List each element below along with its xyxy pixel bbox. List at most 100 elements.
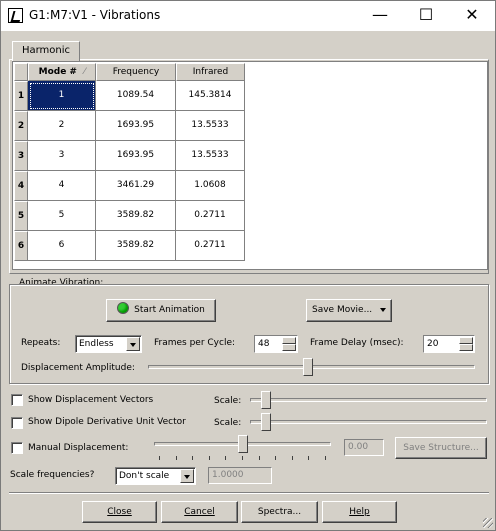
cell-infrared[interactable]: 13.5533 <box>176 141 245 171</box>
show-vectors-checkbox[interactable] <box>11 394 23 406</box>
repeats-value: Endless <box>79 339 114 349</box>
displacement-amplitude-label: Displacement Amplitude: <box>21 363 135 373</box>
frames-per-cycle-label: Frames per Cycle: <box>154 338 236 348</box>
frames-per-cycle-spinner[interactable]: 48 <box>254 335 298 353</box>
column-header-frequency[interactable]: Frequency <box>96 63 176 81</box>
save-movie-label: Save Movie... <box>312 305 373 315</box>
close-button[interactable]: Close <box>82 501 157 523</box>
sort-icon: ⁄ <box>83 67 86 77</box>
scale-frequencies-select[interactable]: Don't scale <box>115 467 196 485</box>
modes-table[interactable]: Mode # ⁄ Frequency Infrared 1 1 1089.54 145… <box>12 61 488 270</box>
app-icon <box>8 8 23 23</box>
cell-frequency[interactable]: 3589.82 <box>96 231 176 261</box>
row-header[interactable]: 6 <box>14 231 28 261</box>
cell-infrared[interactable]: 145.3814 <box>176 81 245 111</box>
show-dipole-checkbox[interactable] <box>11 417 23 429</box>
row-header[interactable]: 2 <box>14 111 28 141</box>
table-corner <box>14 63 28 81</box>
cell-mode[interactable]: 3 <box>28 141 96 171</box>
spinner-buttons[interactable] <box>459 337 473 351</box>
cell-frequency[interactable]: 3589.82 <box>96 201 176 231</box>
dropdown-arrow-icon <box>380 308 386 315</box>
cell-frequency[interactable]: 1693.95 <box>96 141 176 171</box>
window-title: G1:M7:V1 - Vibrations <box>29 8 161 22</box>
minimize-button[interactable]: — <box>357 1 403 31</box>
spin-down-icon[interactable] <box>282 344 296 351</box>
help-button[interactable]: Help <box>322 501 397 523</box>
green-light-icon <box>117 302 130 314</box>
vibrations-window: G1:M7:V1 - Vibrations — ☐ ✕ Harmonic Mod… <box>0 0 496 531</box>
dipole-scale-thumb[interactable] <box>261 413 272 431</box>
cell-mode[interactable]: 4 <box>28 171 96 201</box>
chevron-down-icon[interactable] <box>180 469 194 483</box>
vectors-scale-thumb[interactable] <box>261 391 272 409</box>
manual-displacement-value: 0.00 <box>344 439 384 456</box>
footer-divider <box>9 492 489 494</box>
start-animation-label: Start Animation <box>134 305 205 315</box>
show-dipole-label[interactable]: Show Dipole Derivative Unit Vector <box>28 417 186 427</box>
amplitude-slider-thumb[interactable] <box>303 358 314 376</box>
row-header[interactable]: 3 <box>14 141 28 171</box>
frame-delay-value: 20 <box>427 339 439 349</box>
cell-frequency[interactable]: 3461.29 <box>96 171 176 201</box>
cell-mode[interactable]: 1 <box>28 81 96 111</box>
column-header-mode[interactable]: Mode # ⁄ <box>28 63 96 81</box>
column-header-infrared[interactable]: Infrared <box>176 63 245 81</box>
repeats-select[interactable]: Endless <box>75 335 142 353</box>
start-animation-button[interactable]: Start Animation <box>106 299 216 322</box>
cell-mode[interactable]: 2 <box>28 111 96 141</box>
manual-displacement-label[interactable]: Manual Displacement: <box>28 443 128 453</box>
spin-down-icon[interactable] <box>459 344 473 351</box>
close-label: Close <box>107 507 132 517</box>
slider-tick <box>291 456 293 460</box>
slider-tick <box>258 456 260 460</box>
manual-slider-ticks <box>159 456 326 460</box>
spin-up-icon[interactable] <box>459 337 473 344</box>
slider-tick <box>275 456 277 460</box>
cell-mode[interactable]: 5 <box>28 201 96 231</box>
spin-up-icon[interactable] <box>282 337 296 344</box>
frame-delay-label: Frame Delay (msec): <box>310 338 404 348</box>
slider-tick <box>175 456 177 460</box>
spectra-button[interactable]: Spectra... <box>241 501 318 523</box>
slider-tick <box>225 456 227 460</box>
row-header[interactable]: 4 <box>14 171 28 201</box>
column-header-mode-label: Mode # <box>38 67 77 77</box>
title-bar[interactable]: G1:M7:V1 - Vibrations — ☐ ✕ <box>1 1 495 31</box>
slider-tick <box>159 456 160 460</box>
scale-factor-field: 1.0000 <box>208 467 272 484</box>
dipole-scale-label: Scale: <box>214 418 242 428</box>
slider-tick <box>325 456 326 460</box>
vectors-scale-track[interactable] <box>250 398 487 402</box>
save-movie-button[interactable]: Save Movie... <box>306 299 392 322</box>
cancel-button[interactable]: Cancel <box>161 501 238 523</box>
save-structure-button[interactable]: Save Structure... <box>395 437 487 459</box>
cell-frequency[interactable]: 1693.95 <box>96 111 176 141</box>
slider-tick <box>242 456 243 460</box>
chevron-down-icon[interactable] <box>126 337 140 351</box>
cell-infrared[interactable]: 13.5533 <box>176 111 245 141</box>
cell-mode[interactable]: 6 <box>28 231 96 261</box>
cell-frequency[interactable]: 1089.54 <box>96 81 176 111</box>
cell-infrared[interactable]: 0.2711 <box>176 231 245 261</box>
close-window-button[interactable]: ✕ <box>449 1 495 31</box>
tab-harmonic[interactable]: Harmonic <box>12 41 80 61</box>
dipole-scale-track[interactable] <box>250 420 487 424</box>
show-vectors-label[interactable]: Show Displacement Vectors <box>28 395 153 405</box>
maximize-button[interactable]: ☐ <box>403 1 449 31</box>
cell-infrared[interactable]: 0.2711 <box>176 201 245 231</box>
frame-delay-spinner[interactable]: 20 <box>423 335 475 353</box>
spinner-buttons[interactable] <box>282 337 296 351</box>
repeats-label: Repeats: <box>21 338 61 348</box>
manual-slider-thumb[interactable] <box>237 435 248 453</box>
scale-frequencies-value: Don't scale <box>119 471 170 481</box>
row-header[interactable]: 1 <box>14 81 28 111</box>
manual-displacement-checkbox[interactable] <box>11 442 23 454</box>
frames-per-cycle-value: 48 <box>258 339 270 349</box>
row-header[interactable]: 5 <box>14 201 28 231</box>
cell-infrared[interactable]: 1.0608 <box>176 171 245 201</box>
slider-tick <box>208 456 210 460</box>
slider-tick <box>192 456 194 460</box>
resize-grip-icon[interactable] <box>483 518 493 528</box>
help-label: Help <box>349 507 370 517</box>
